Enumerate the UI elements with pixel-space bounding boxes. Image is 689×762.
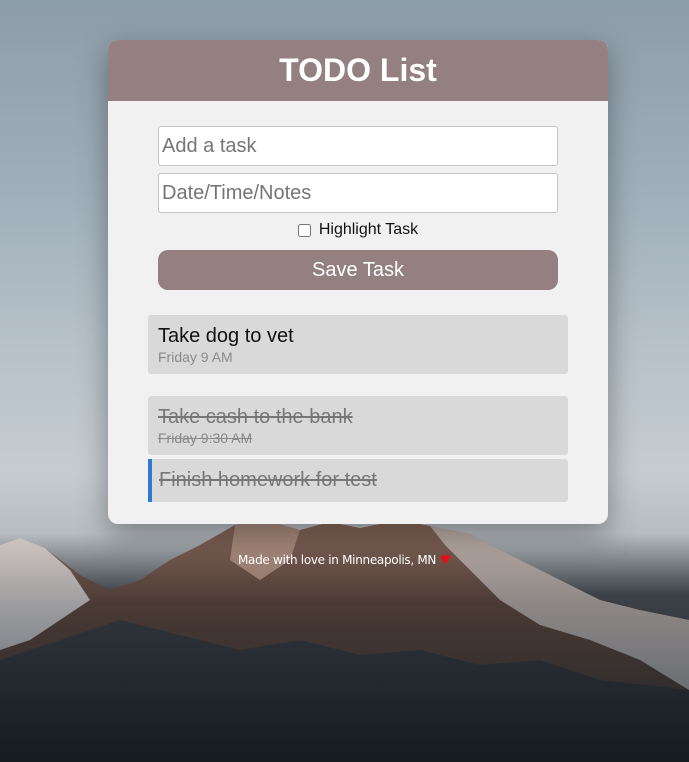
heart-icon: ♥: [439, 553, 452, 568]
card-header: TODO List: [108, 40, 608, 101]
page-title: TODO List: [279, 52, 437, 88]
footer: Made with love in Minneapolis, MN ♥: [0, 553, 689, 568]
highlight-checkbox[interactable]: [297, 223, 311, 237]
task-input[interactable]: [158, 126, 558, 166]
task-title: Take dog to vet: [158, 325, 294, 347]
task-title: Finish homework for test: [159, 469, 377, 491]
save-task-button[interactable]: Save Task: [158, 250, 558, 290]
highlight-option: Highlight Task: [108, 221, 608, 239]
task-item-completed[interactable]: Take cash to the bank Friday 9:30 AM: [148, 396, 568, 455]
task-title: Take cash to the bank: [158, 406, 353, 428]
task-notes: Friday 9:30 AM: [158, 430, 253, 446]
todo-card: TODO List Highlight Task Save Task Take …: [108, 40, 608, 524]
highlight-label: Highlight Task: [318, 221, 419, 238]
task-notes: Friday 9 AM: [158, 349, 233, 365]
footer-text: Made with love in Minneapolis, MN: [238, 553, 437, 567]
notes-input[interactable]: [158, 173, 558, 213]
task-item-highlighted[interactable]: Finish homework for test: [148, 459, 568, 502]
task-item[interactable]: Take dog to vet Friday 9 AM: [148, 315, 568, 374]
